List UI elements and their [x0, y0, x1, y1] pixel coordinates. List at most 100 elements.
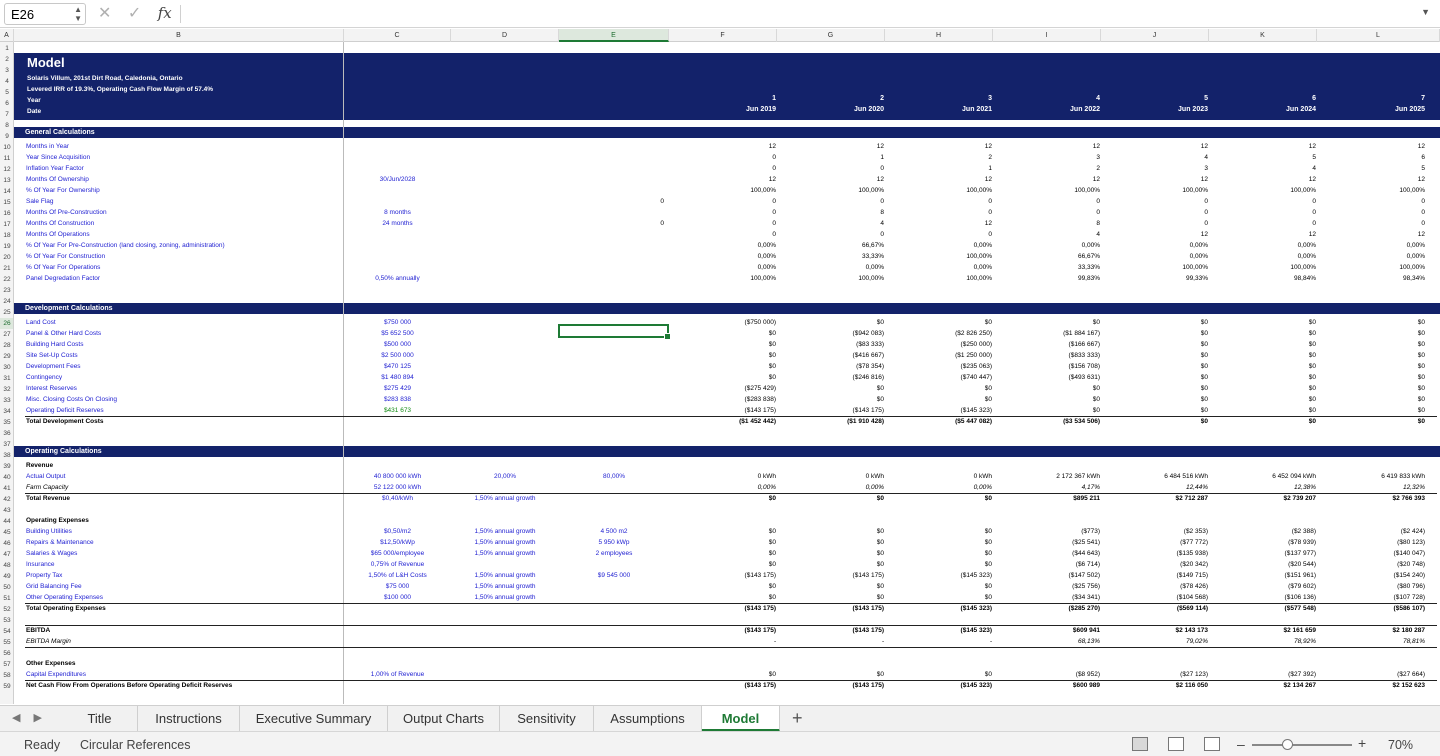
development-row-input[interactable]: $1 480 894	[344, 372, 451, 383]
total-revenue-value[interactable]: $2 739 207	[1216, 493, 1316, 504]
row-header-15[interactable]: 15	[0, 197, 13, 208]
development-row-value[interactable]: $0	[676, 372, 776, 383]
general-row-value[interactable]: 8	[1000, 218, 1100, 229]
net-cash-flow-value[interactable]: $2 116 050	[1108, 680, 1208, 691]
row-header-9[interactable]: 9	[0, 131, 13, 142]
total-development-value[interactable]: ($5 447 082)	[892, 416, 992, 427]
general-row-value[interactable]: 100,00%	[1325, 262, 1425, 273]
opex-row-input[interactable]: 1,50% of L&H Costs	[344, 570, 451, 581]
row-header-54[interactable]: 54	[0, 626, 13, 637]
development-row-value[interactable]: ($833 333)	[1000, 350, 1100, 361]
development-row-value[interactable]: $0	[892, 383, 992, 394]
total-development-value[interactable]: ($1 910 428)	[784, 416, 884, 427]
general-row-value[interactable]: 12	[784, 141, 884, 152]
total-opex-value[interactable]: ($143 175)	[676, 603, 776, 614]
column-header-d[interactable]: D	[451, 29, 559, 42]
row-header-18[interactable]: 18	[0, 230, 13, 241]
development-row-label[interactable]: Site Set-Up Costs	[26, 350, 346, 361]
row-header-33[interactable]: 33	[0, 395, 13, 406]
general-row-value[interactable]: 0,00%	[1216, 240, 1316, 251]
opex-row-value[interactable]: ($2 388)	[1216, 526, 1316, 537]
actual-output-input[interactable]: 40 800 000 kWh	[344, 471, 451, 482]
capex-value[interactable]: ($27 123)	[1108, 669, 1208, 680]
column-header-a[interactable]: A	[0, 29, 14, 42]
row-header-2[interactable]: 2	[0, 54, 13, 65]
column-header-b[interactable]: B	[14, 29, 344, 42]
add-sheet-icon[interactable]: +	[792, 708, 803, 729]
development-row-value[interactable]: $0	[1000, 383, 1100, 394]
column-header-k[interactable]: K	[1209, 29, 1317, 42]
development-row-value[interactable]: $0	[1108, 383, 1208, 394]
general-row-label[interactable]: Months Of Construction	[26, 218, 346, 229]
ebitda-value[interactable]: $2 180 287	[1325, 625, 1425, 636]
name-box[interactable]: E26 ▲ ▼	[4, 3, 86, 25]
opex-row-label[interactable]: Salaries & Wages	[26, 548, 346, 559]
general-row-value[interactable]: 100,00%	[1325, 185, 1425, 196]
farm-capacity-value[interactable]: 0,00%	[892, 482, 992, 493]
ebitda-margin-label[interactable]: EBITDA Margin	[26, 636, 346, 647]
development-row-value[interactable]: $0	[1108, 372, 1208, 383]
general-row-label[interactable]: Months Of Pre-Construction	[26, 207, 346, 218]
general-row-input[interactable]: 30/Jun/2028	[344, 174, 451, 185]
development-row-value[interactable]: $0	[1325, 405, 1425, 416]
opex-row-value[interactable]: ($143 175)	[784, 570, 884, 581]
opex-row-driver[interactable]: $9 545 000	[559, 570, 669, 581]
general-row-value[interactable]: 0	[892, 207, 992, 218]
general-row-value[interactable]: 4	[1108, 152, 1208, 163]
capex-value[interactable]: ($8 952)	[1000, 669, 1100, 680]
opex-row-value[interactable]: ($2 353)	[1108, 526, 1208, 537]
column-header-f[interactable]: F	[669, 29, 777, 42]
general-row-value[interactable]: 0,00%	[892, 240, 992, 251]
row-header-13[interactable]: 13	[0, 175, 13, 186]
general-row-value[interactable]: 0	[676, 152, 776, 163]
ebitda-margin-value[interactable]: 78,81%	[1325, 636, 1425, 647]
row-header-29[interactable]: 29	[0, 351, 13, 362]
development-row-label[interactable]: Contingency	[26, 372, 346, 383]
general-row-value[interactable]: 1	[892, 163, 992, 174]
general-row-value[interactable]: 12	[676, 141, 776, 152]
opex-heading[interactable]: Operating Expenses	[26, 515, 346, 526]
general-row-value[interactable]: 100,00%	[676, 185, 776, 196]
opex-row-value[interactable]: ($154 240)	[1325, 570, 1425, 581]
ebitda-margin-value[interactable]: 79,02%	[1108, 636, 1208, 647]
general-row-value[interactable]: 0	[1325, 196, 1425, 207]
column-header-h[interactable]: H	[885, 29, 993, 42]
opex-row-value[interactable]: $0	[784, 526, 884, 537]
actual-output-value[interactable]: 0 kWh	[892, 471, 992, 482]
opex-row-value[interactable]: $0	[784, 559, 884, 570]
opex-row-value[interactable]: $0	[676, 548, 776, 559]
farm-capacity-input[interactable]: 52 122 000 kWh	[344, 482, 451, 493]
opex-row-value[interactable]: $0	[784, 581, 884, 592]
development-row-value[interactable]: $0	[1216, 405, 1316, 416]
row-header-56[interactable]: 56	[0, 648, 13, 659]
general-row-value[interactable]: 6	[1325, 152, 1425, 163]
opex-row-input[interactable]: $100 000	[344, 592, 451, 603]
row-header-53[interactable]: 53	[0, 615, 13, 626]
total-opex-value[interactable]: ($285 270)	[1000, 603, 1100, 614]
capex-label[interactable]: Capital Expenditures	[26, 669, 346, 680]
net-cash-flow-value[interactable]: ($143 175)	[676, 680, 776, 691]
general-row-label[interactable]: % Of Year For Operations	[26, 262, 346, 273]
row-header-41[interactable]: 41	[0, 483, 13, 494]
development-row-value[interactable]: $0	[784, 383, 884, 394]
opex-row-value[interactable]: ($135 938)	[1108, 548, 1208, 559]
development-row-input[interactable]: $431 673	[344, 405, 451, 416]
general-row-value[interactable]: 1	[784, 152, 884, 163]
opex-row-value[interactable]: ($143 175)	[676, 570, 776, 581]
row-header-34[interactable]: 34	[0, 406, 13, 417]
development-row-value[interactable]: ($750 000)	[676, 317, 776, 328]
development-row-value[interactable]: $0	[1325, 350, 1425, 361]
row-header-1[interactable]: 1	[0, 43, 13, 54]
development-row-value[interactable]: $0	[892, 394, 992, 405]
development-row-label[interactable]: Land Cost	[26, 317, 346, 328]
opex-row-value[interactable]: $0	[676, 537, 776, 548]
general-row-value[interactable]: 3	[1000, 152, 1100, 163]
opex-row-value[interactable]: ($80 796)	[1325, 581, 1425, 592]
general-row-value[interactable]: 12	[1000, 141, 1100, 152]
ebitda-margin-value[interactable]: -	[676, 636, 776, 647]
name-box-stepper-icon[interactable]: ▲ ▼	[74, 5, 82, 23]
tab-assumptions[interactable]: Assumptions	[594, 706, 702, 732]
farm-capacity-label[interactable]: Farm Capacity	[26, 482, 346, 493]
opex-row-value[interactable]: ($20 342)	[1108, 559, 1208, 570]
opex-row-driver[interactable]: 4 500 m2	[559, 526, 669, 537]
